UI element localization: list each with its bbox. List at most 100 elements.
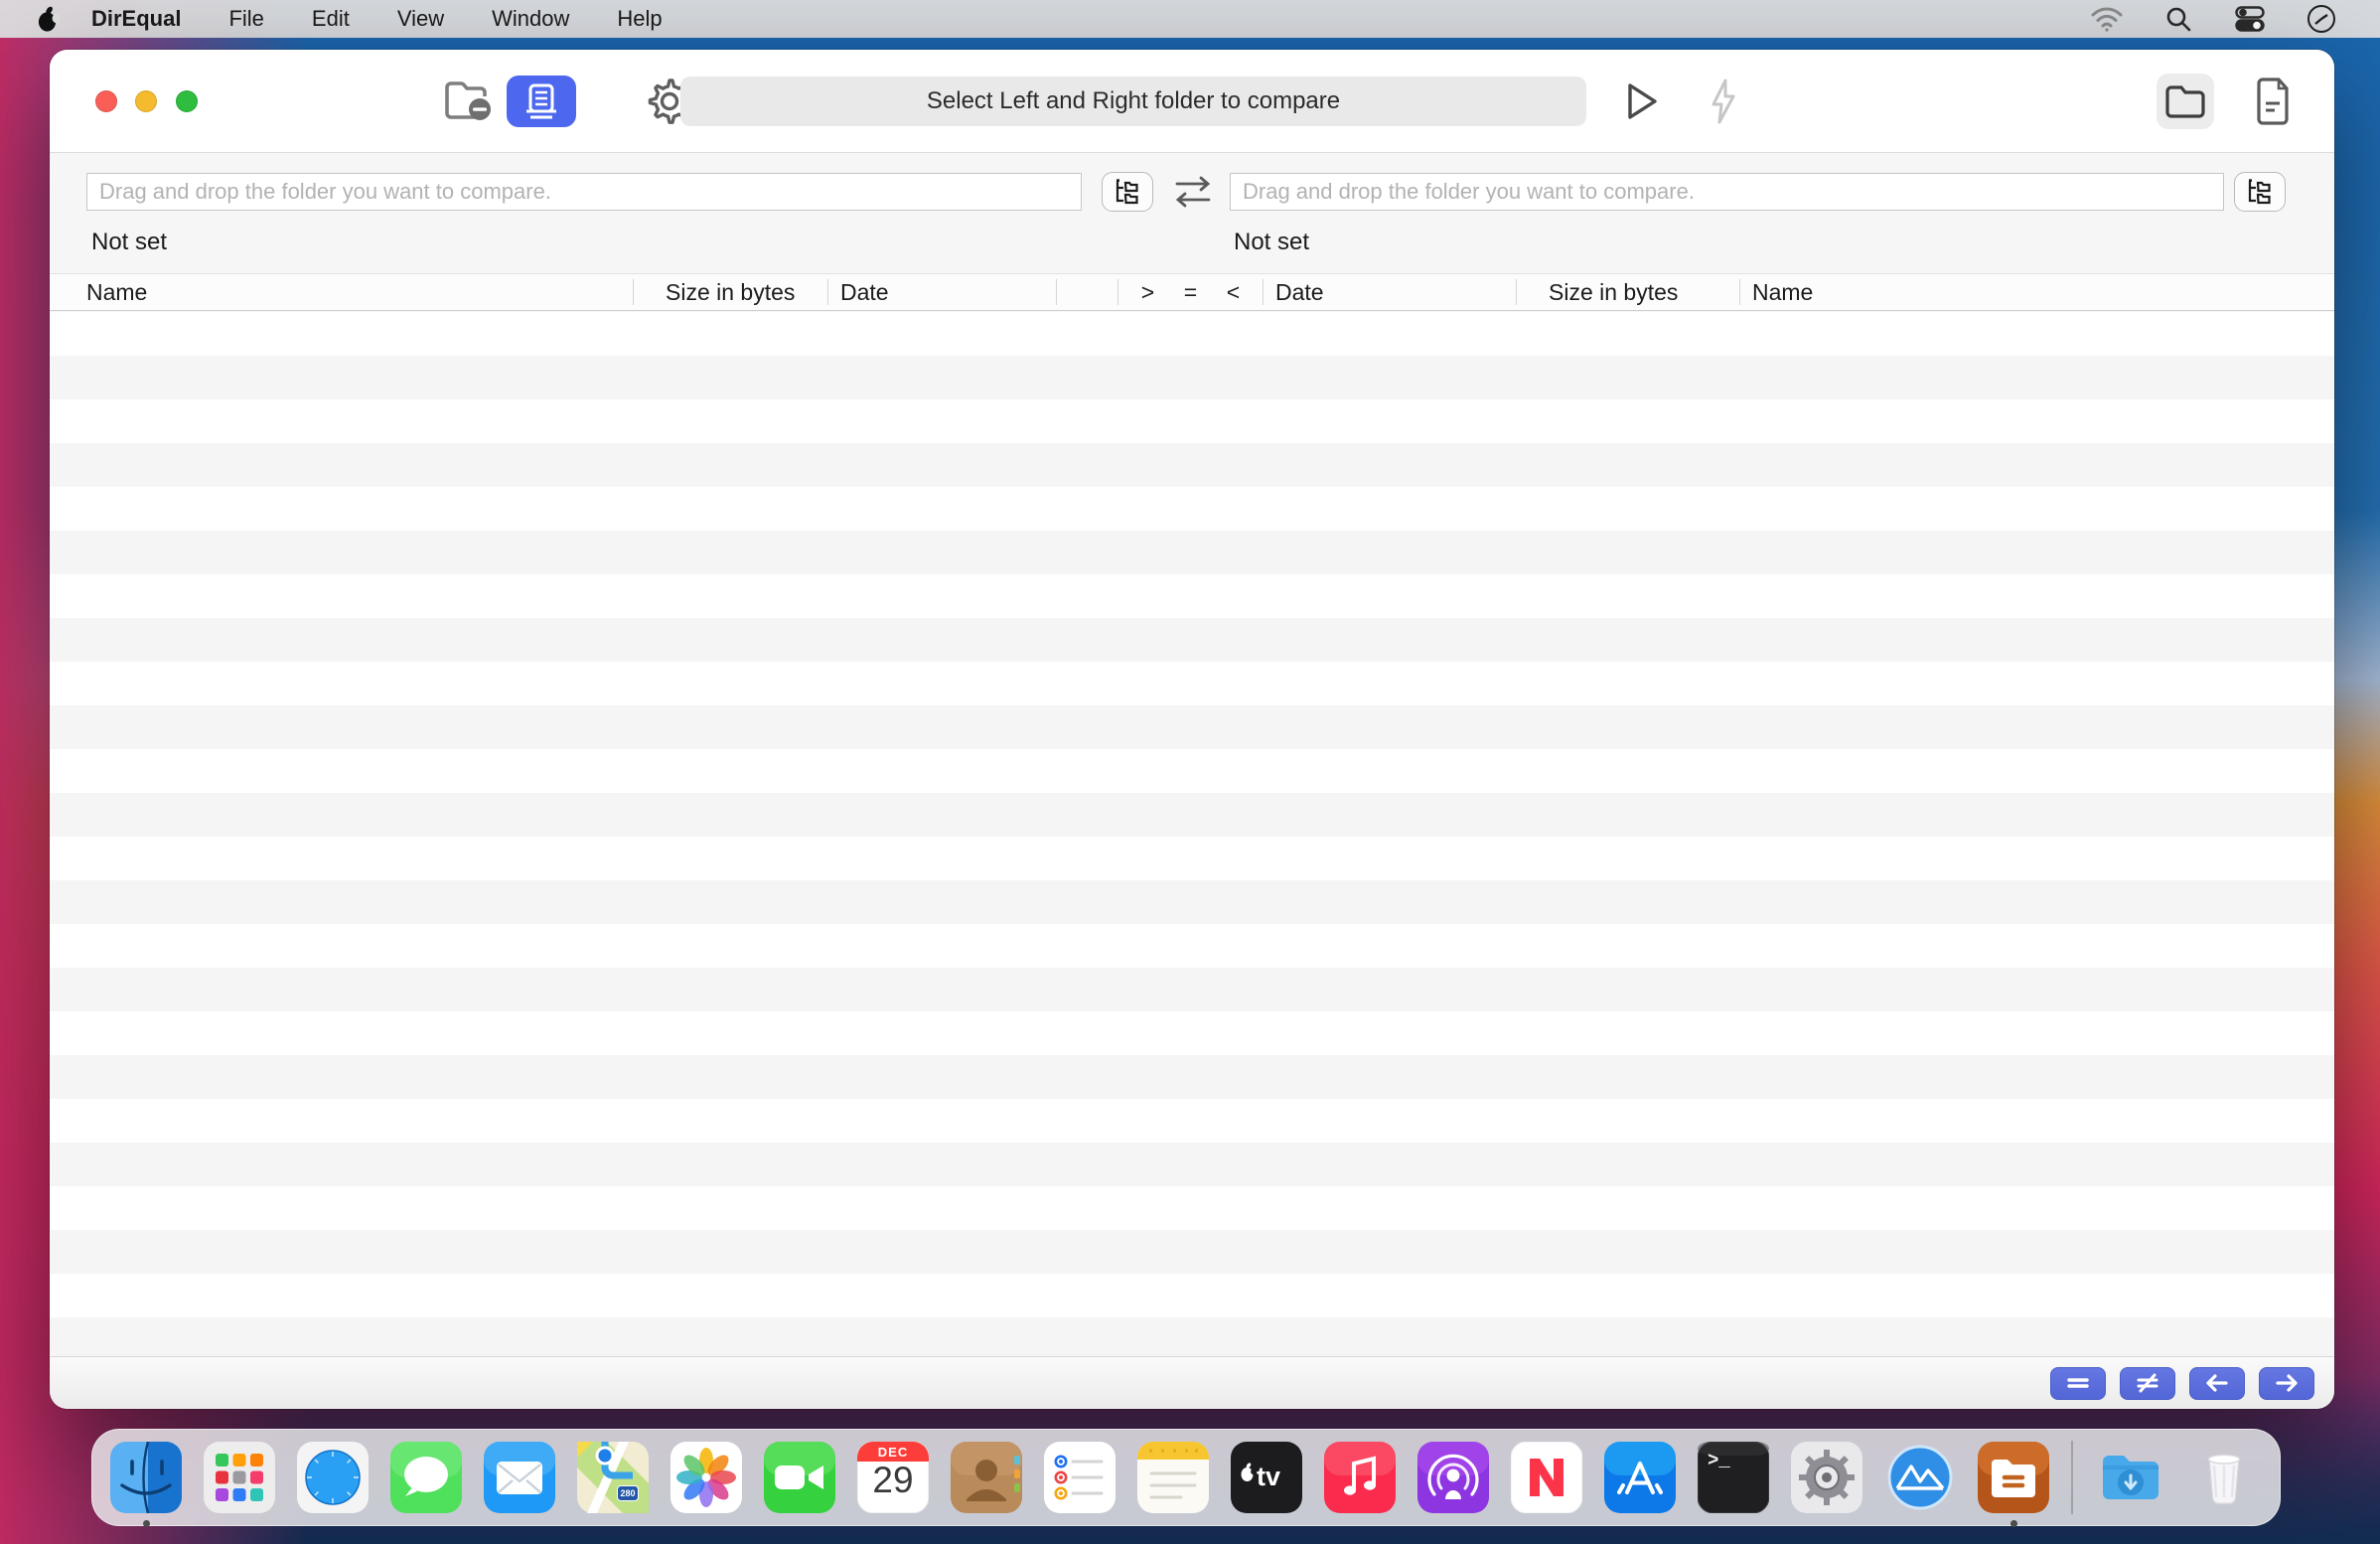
dock-contacts-icon[interactable] [951, 1442, 1022, 1513]
column-header-date-right[interactable]: Date [1264, 274, 1516, 310]
menu-item-help[interactable]: Help [617, 6, 662, 32]
compare-equal-label: = [1184, 279, 1197, 306]
dock-photos-icon[interactable] [670, 1442, 742, 1513]
left-folder-input[interactable] [86, 173, 1082, 211]
dock-separator [2071, 1441, 2073, 1514]
equal-icon [2065, 1374, 2091, 1392]
menu-item-view[interactable]: View [397, 6, 444, 32]
terminal-prompt-label: >_ [1708, 1450, 1730, 1471]
dock-direqual-icon[interactable] [1978, 1442, 2049, 1513]
left-folder-status: Not set [91, 229, 167, 256]
left-folder-browse-button[interactable] [1102, 172, 1153, 212]
dock-messages-icon[interactable] [390, 1442, 462, 1513]
dock-facetime-icon[interactable] [764, 1442, 835, 1513]
column-header-date-left[interactable]: Date [828, 274, 1056, 310]
clock-icon[interactable] [2305, 4, 2338, 34]
table-row [50, 837, 2334, 880]
direqual-window: Select Left and Right folder to compare [50, 50, 2334, 1409]
running-indicator [143, 1520, 150, 1527]
column-header-name-left[interactable]: Name [50, 274, 633, 310]
maps-route-shield: 280 [617, 1485, 639, 1501]
right-folder-status: Not set [1234, 229, 1309, 256]
dock-system-preferences-icon[interactable] [1791, 1442, 1862, 1513]
table-row [50, 793, 2334, 837]
table-row [50, 1011, 2334, 1055]
remove-folder-button[interactable] [440, 76, 496, 127]
table-row [50, 1317, 2334, 1356]
menu-item-file[interactable]: File [228, 6, 263, 32]
column-header-size-left[interactable]: Size in bytes [634, 274, 827, 310]
table-row [50, 662, 2334, 705]
column-header-size-right[interactable]: Size in bytes [1517, 274, 1739, 310]
apple-tv-label: tv [1257, 1462, 1280, 1492]
report-button[interactable] [2245, 76, 2301, 127]
table-row [50, 487, 2334, 531]
close-button[interactable] [95, 90, 117, 112]
wifi-icon[interactable] [2090, 4, 2124, 34]
quick-compare-button[interactable] [1699, 76, 1748, 127]
dock-news-icon[interactable] [1511, 1442, 1582, 1513]
dock-reminders-icon[interactable] [1044, 1442, 1116, 1513]
table-row [50, 749, 2334, 793]
dock-notes-icon[interactable] [1137, 1442, 1209, 1513]
right-folder-input[interactable] [1230, 173, 2224, 211]
open-folder-button[interactable] [2157, 74, 2214, 129]
menu-bar: DirEqual File Edit View Window Help [0, 0, 2380, 38]
dock-music-icon[interactable] [1324, 1442, 1396, 1513]
copy-right-button[interactable] [2259, 1367, 2314, 1400]
dock-podcasts-icon[interactable] [1417, 1442, 1489, 1513]
dock-apple-tv-icon[interactable]: tv [1231, 1442, 1302, 1513]
dock-app-store-icon[interactable] [1604, 1442, 1676, 1513]
dock-terminal-icon[interactable]: >_ [1698, 1442, 1769, 1513]
column-header-name-right[interactable]: Name [1740, 274, 2334, 310]
compare-greater-label: > [1141, 279, 1154, 306]
dock-downloads-icon[interactable] [2095, 1442, 2166, 1513]
dock-mail-icon[interactable] [484, 1442, 555, 1513]
run-compare-button[interactable] [1617, 76, 1667, 127]
table-row [50, 443, 2334, 487]
play-icon [1623, 80, 1661, 122]
table-row [50, 1099, 2334, 1143]
menu-item-edit[interactable]: Edit [312, 6, 350, 32]
dock-calendar-icon[interactable]: DEC 29 [857, 1442, 929, 1513]
folder-icon [2163, 82, 2207, 120]
compare-status-field: Select Left and Right folder to compare [680, 77, 1586, 126]
menu-app-name[interactable]: DirEqual [91, 6, 181, 32]
apple-menu-icon[interactable] [36, 5, 62, 33]
table-row [50, 705, 2334, 749]
table-row [50, 1055, 2334, 1099]
table-row [50, 1274, 2334, 1317]
control-center-icon[interactable] [2233, 4, 2267, 34]
dock-safari-icon[interactable] [297, 1442, 369, 1513]
arrow-left-icon [2204, 1374, 2230, 1392]
zoom-button[interactable] [176, 90, 198, 112]
table-row [50, 968, 2334, 1011]
table-row [50, 1143, 2334, 1186]
dock-launchpad-icon[interactable] [204, 1442, 275, 1513]
search-icon[interactable] [2161, 4, 2195, 34]
folder-tree-icon [1113, 178, 1142, 206]
swap-folders-button[interactable] [1168, 173, 1218, 211]
table-row [50, 1186, 2334, 1230]
dock-maps-icon[interactable]: 280 [577, 1442, 649, 1513]
dock-finder-icon[interactable] [110, 1442, 182, 1513]
dock-app-cleaner-icon[interactable] [1884, 1442, 1956, 1513]
right-folder-browse-button[interactable] [2234, 172, 2286, 212]
table-header: Name Size in bytes Date > = < Date Size … [50, 273, 2334, 311]
compare-view-button[interactable] [507, 76, 576, 127]
show-equal-button[interactable] [2050, 1367, 2106, 1400]
table-row [50, 531, 2334, 574]
show-not-equal-button[interactable] [2120, 1367, 2175, 1400]
menu-item-window[interactable]: Window [492, 6, 569, 32]
window-toolbar: Select Left and Right folder to compare [50, 50, 2334, 153]
table-row [50, 924, 2334, 968]
dock: 280 [91, 1429, 2281, 1526]
minimize-button[interactable] [135, 90, 157, 112]
dock-trash-icon[interactable] [2188, 1442, 2260, 1513]
copy-left-button[interactable] [2189, 1367, 2245, 1400]
running-indicator [2010, 1520, 2017, 1527]
compare-less-label: < [1227, 279, 1240, 306]
compare-status-text: Select Left and Right folder to compare [927, 87, 1340, 115]
table-row [50, 618, 2334, 662]
table-body [50, 312, 2334, 1356]
